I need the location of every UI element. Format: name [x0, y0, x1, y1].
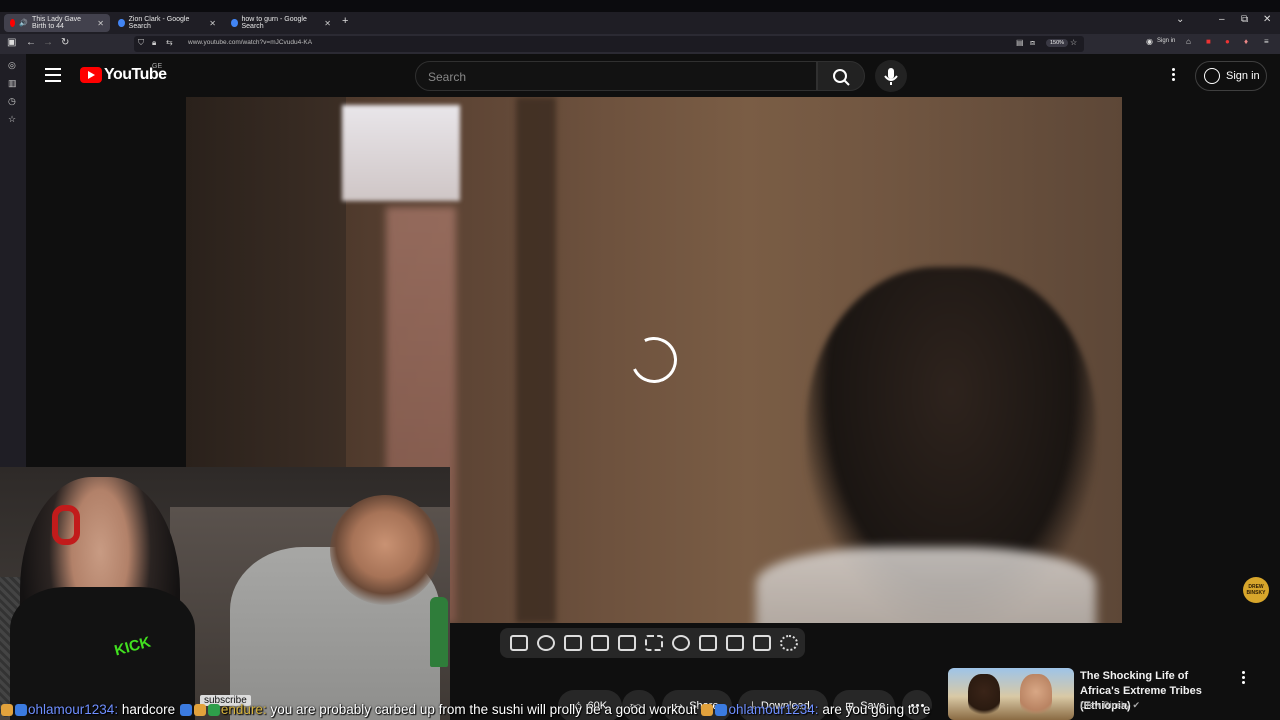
user-icon [1204, 68, 1220, 84]
settings-icon[interactable] [780, 635, 798, 651]
tab-how-to-gurn[interactable]: how to gurn - Google Search ✕ [225, 14, 337, 32]
search-placeholder: Search [428, 70, 467, 84]
search-button[interactable] [817, 61, 865, 91]
country-code: GE [152, 63, 163, 70]
shield-icon[interactable]: ⛉ [138, 38, 144, 48]
headset-icon [52, 505, 80, 545]
video-extension-toolbar [500, 628, 805, 658]
chat-badge-icon [715, 704, 728, 717]
zoom-level[interactable]: 150% [1046, 39, 1069, 47]
screen: 🔊 This Lady Gave Birth to 44 ✕ Zion Clar… [0, 0, 1280, 720]
chat-overlay: ohlamour1234: hardcore endure: you are p… [0, 700, 1280, 720]
tab-label: Zion Clark - Google Search [128, 16, 190, 30]
webcam-face-right [330, 495, 440, 605]
audio-icon[interactable] [537, 635, 555, 651]
bookmarks-icon[interactable]: ☆ [8, 114, 16, 125]
clapper-icon[interactable] [591, 635, 609, 651]
video-frame-shirt [756, 547, 1096, 623]
url-text[interactable]: www.youtube.com/watch?v=mJCvudu4-KA [188, 39, 312, 46]
chat-emote-icon [1, 704, 13, 717]
google-favicon-icon [231, 19, 238, 27]
tab-youtube[interactable]: 🔊 This Lady Gave Birth to 44 ✕ [4, 14, 110, 32]
signin-label: Sign in [1226, 70, 1260, 82]
tab-list-chevron-icon[interactable]: ⌄ [1176, 14, 1184, 25]
browser-menu-icon[interactable]: ≡ [1264, 37, 1269, 46]
extension-pink-icon[interactable]: ♦ [1244, 37, 1248, 46]
tab-label: This Lady Gave Birth to 44 [32, 16, 82, 30]
lock-icon: 🔒︎ [152, 38, 157, 47]
loading-spinner-icon [624, 330, 684, 390]
tab-zion-clark[interactable]: Zion Clark - Google Search ✕ [112, 14, 222, 32]
chat-badge-icon [15, 704, 27, 717]
keyboard-icon[interactable] [753, 635, 771, 651]
close-tab-icon[interactable]: ✕ [209, 19, 216, 28]
chat-badge-icon [193, 704, 206, 717]
back-icon[interactable]: ← [26, 37, 36, 48]
loop-icon[interactable] [510, 635, 528, 651]
permissions-icon[interactable]: ⇆ [166, 38, 173, 47]
url-bar[interactable]: ⛉ 🔒︎ ⇆ www.youtube.com/watch?v=mJCvudu4-… [134, 36, 1084, 52]
video-frame-window [342, 105, 460, 201]
chat-username: ohlamour1234: [28, 702, 119, 717]
chat-badge-icon [207, 704, 220, 717]
browser-tabbar: 🔊 This Lady Gave Birth to 44 ✕ Zion Clar… [0, 0, 1280, 34]
search-input[interactable]: Search [415, 61, 817, 91]
tab-label: how to gurn - Google Search [241, 16, 307, 30]
sidebar-toggle-icon[interactable]: ▣ [7, 37, 16, 48]
extension-badge-icon[interactable]: ■ [1206, 37, 1211, 46]
voice-search-button[interactable] [875, 60, 907, 92]
bookmark-star-icon[interactable]: ☆ [1070, 38, 1077, 47]
theater-icon[interactable] [645, 635, 663, 651]
extension-red-icon[interactable]: ● [1225, 37, 1230, 46]
close-tab-icon[interactable]: ✕ [97, 19, 104, 28]
chat-username: ohlamour1234: [728, 702, 819, 717]
streamer-webcam: KICK subscribe [0, 467, 450, 720]
recommendation-menu-icon[interactable] [1240, 670, 1246, 686]
new-tab-icon[interactable]: + [342, 15, 348, 27]
screenshot-icon[interactable] [726, 635, 744, 651]
ai-chat-icon[interactable]: ◎ [8, 60, 16, 71]
home-icon[interactable]: ⌂ [1186, 37, 1191, 46]
youtube-play-icon [80, 67, 102, 83]
synced-tabs-icon[interactable]: ▥ [8, 78, 17, 89]
close-tab-icon[interactable]: ✕ [324, 19, 331, 28]
reload-icon[interactable]: ↻ [61, 37, 69, 48]
chat-message: are you going to e [822, 702, 931, 717]
pip-icon[interactable]: ⧈ [1030, 38, 1035, 48]
add-icon[interactable] [699, 635, 717, 651]
close-window-icon[interactable]: ✕ [1263, 14, 1271, 25]
history-icon[interactable]: ◷ [8, 96, 16, 107]
minimize-icon[interactable]: – [1219, 14, 1225, 25]
chat-username: endure: [220, 702, 267, 717]
title-strip [0, 0, 1280, 12]
google-favicon-icon [118, 19, 125, 27]
restore-icon[interactable]: ⧉ [1241, 14, 1248, 25]
aspect-icon[interactable] [618, 635, 636, 651]
settings-kebab-icon[interactable] [1168, 66, 1178, 86]
youtube-favicon-icon [10, 19, 16, 27]
chat-emote-icon [701, 704, 714, 717]
account-icon[interactable]: ◉ [1146, 37, 1153, 46]
speedometer-icon[interactable] [672, 635, 690, 651]
signin-button[interactable]: Sign in [1195, 61, 1267, 91]
microphone-icon [884, 68, 898, 85]
chat-message: hardcore [121, 702, 176, 717]
speed-view-icon[interactable] [564, 635, 582, 651]
menu-icon[interactable] [45, 68, 61, 82]
chat-emote-icon [179, 704, 192, 717]
forward-icon[interactable]: → [43, 37, 53, 48]
webcam-bottle [430, 597, 448, 667]
chat-message: you are probably carbed up from the sush… [270, 702, 697, 717]
channel-watermark[interactable]: DREW BINSKY [1243, 577, 1269, 603]
audio-playing-icon: 🔊 [19, 20, 29, 27]
reader-view-icon[interactable]: ▤ [1016, 38, 1024, 47]
search-icon [833, 69, 850, 86]
browser-signin-link[interactable]: Sign in [1157, 38, 1175, 44]
video-frame-pole [516, 97, 556, 623]
